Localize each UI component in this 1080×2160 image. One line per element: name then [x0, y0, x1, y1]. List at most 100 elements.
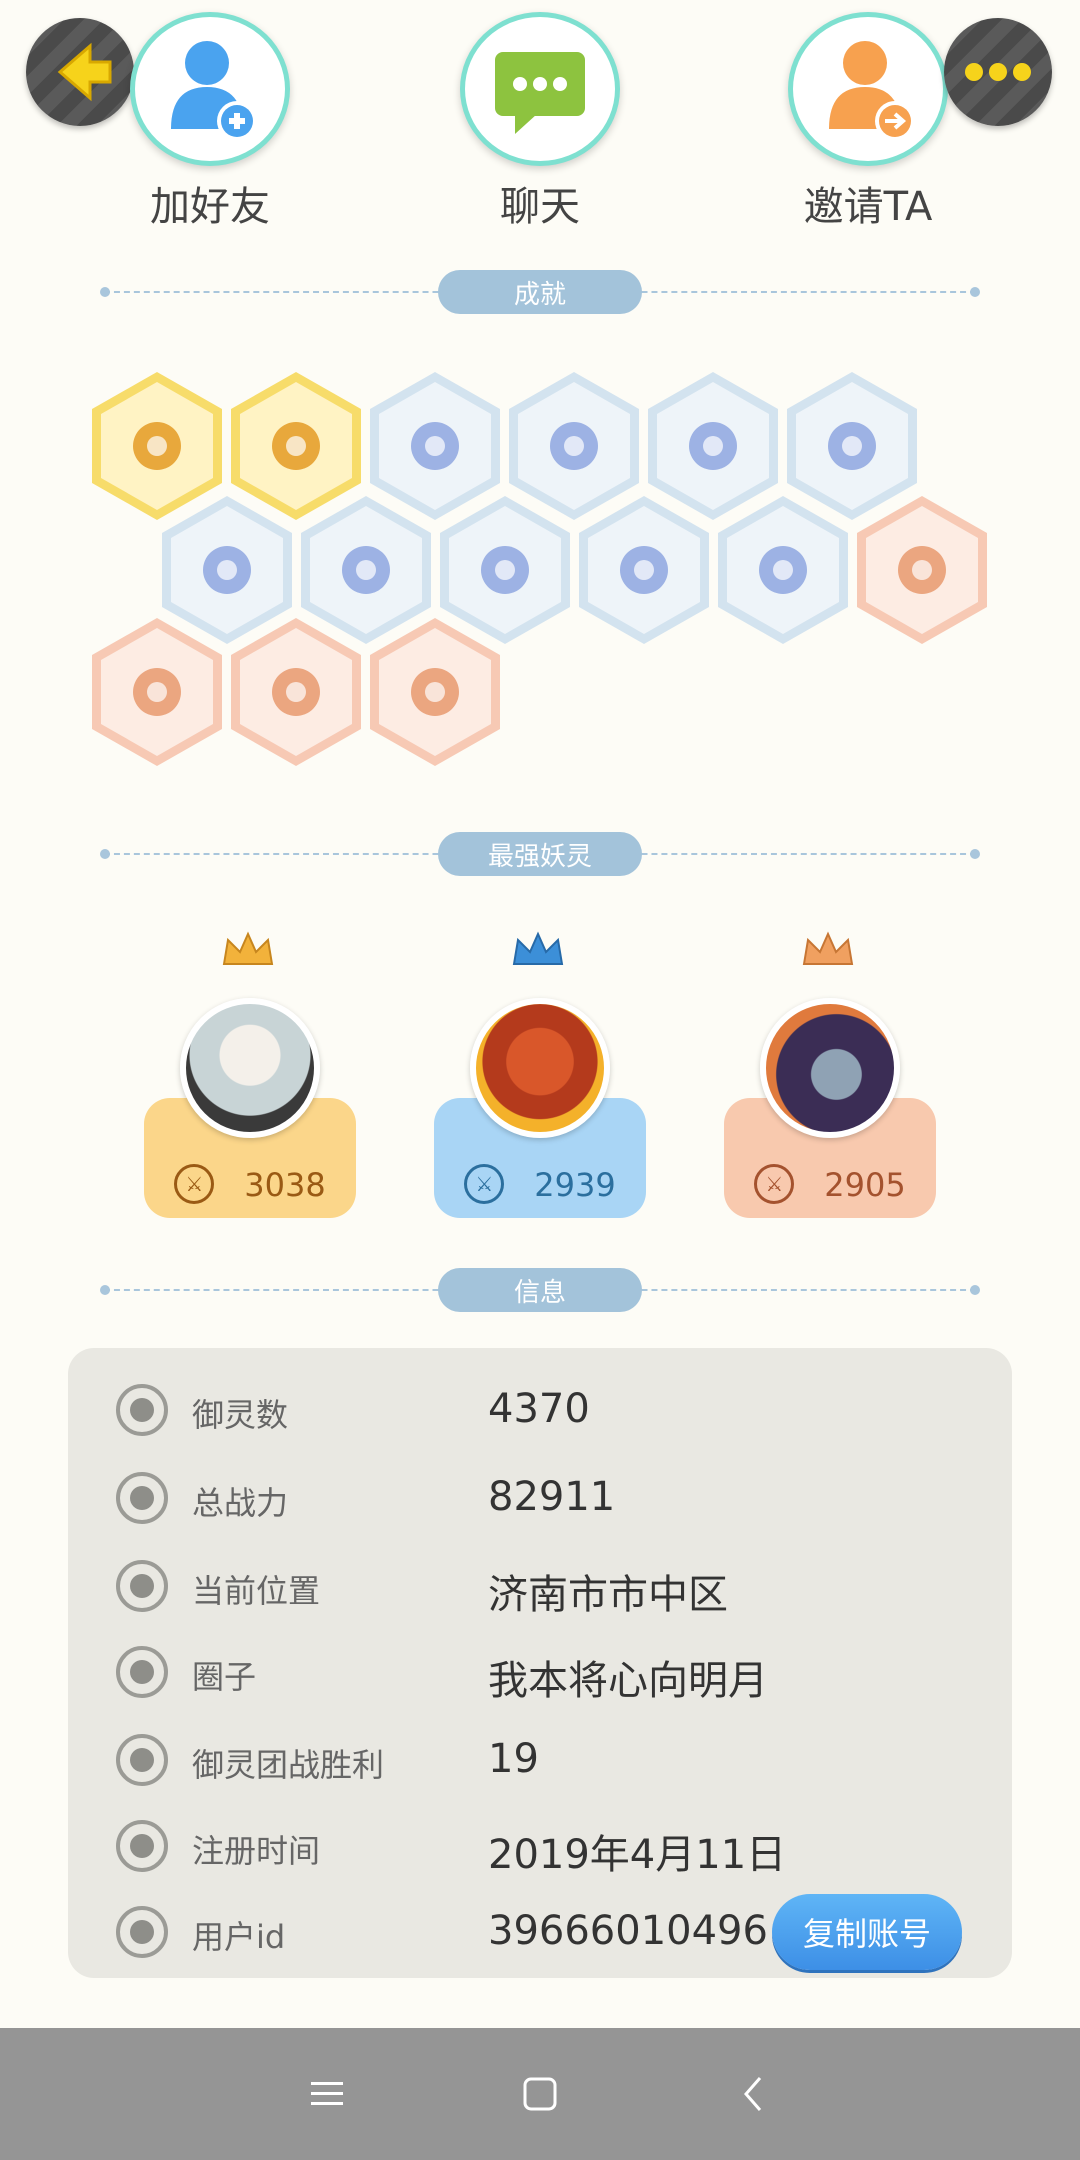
back-chevron-icon: [744, 2077, 762, 2111]
info-value: 19: [488, 1736, 539, 1782]
info-row-register-time: 注册时间 2019年4月11日: [68, 1806, 1012, 1886]
invite-button[interactable]: [788, 12, 948, 166]
info-value: 82911: [488, 1474, 616, 1520]
achievements-title: 成就: [438, 270, 642, 314]
spirit-count-icon: [116, 1384, 168, 1436]
info-label: 总战力: [192, 1484, 289, 1522]
spirit-avatar: [470, 998, 610, 1138]
more-dots-icon: [965, 63, 1031, 81]
home-square-icon: [523, 2077, 557, 2111]
crystal-ball-icon: [828, 422, 876, 470]
chat-label: 聊天: [500, 184, 580, 230]
info-row-circle: 圈子 我本将心向明月: [68, 1632, 1012, 1712]
info-label: 注册时间: [192, 1832, 321, 1870]
cat-face-icon: [133, 422, 181, 470]
sword-icon: ⚔: [174, 1164, 215, 1204]
info-value: 2019年4月11日: [488, 1832, 787, 1878]
achievement-badge[interactable]: [231, 618, 361, 766]
spirit-card-3[interactable]: ⚔ 2905: [724, 930, 936, 1220]
chat-button[interactable]: [460, 12, 620, 166]
orb-portal-icon: [550, 422, 598, 470]
add-friend-label: 加好友: [150, 184, 270, 230]
info-divider: 信息: [100, 1268, 980, 1312]
shield-emblem-icon: [272, 668, 320, 716]
sword-icon: ⚔: [754, 1164, 795, 1204]
info-label: 御灵团战胜利: [192, 1746, 385, 1784]
achievement-badge[interactable]: [162, 496, 292, 644]
add-friend-button[interactable]: [130, 12, 290, 166]
chat-bubble-icon: [495, 52, 585, 134]
koi-fish-icon: [133, 668, 181, 716]
winged-shoe-icon: [411, 422, 459, 470]
achievements-divider: 成就: [100, 270, 980, 314]
clock-icon: [116, 1820, 168, 1872]
invite-icon: [829, 41, 915, 141]
info-label: 当前位置: [192, 1572, 321, 1610]
chat-action[interactable]: 聊天: [430, 12, 650, 232]
achievement-badge[interactable]: [301, 496, 431, 644]
info-row-total-power: 总战力 82911: [68, 1458, 1012, 1538]
crown-icon: [512, 931, 564, 965]
achievement-badge[interactable]: [579, 496, 709, 644]
circle-group-icon: [116, 1646, 168, 1698]
demon-statue-icon: [411, 668, 459, 716]
info-row-team-wins: 御灵团战胜利 19: [68, 1720, 1012, 1800]
spirit-avatar: [760, 998, 900, 1138]
sword-icon: [116, 1472, 168, 1524]
achievement-badge[interactable]: [857, 496, 987, 644]
info-value: 4370: [488, 1386, 590, 1432]
home-button[interactable]: [510, 2064, 570, 2124]
spirit-power: 2939: [534, 1166, 616, 1204]
add-friend-icon: [171, 41, 257, 141]
info-title: 信息: [438, 1268, 642, 1312]
moon-icon: [689, 422, 737, 470]
achievement-badge[interactable]: [231, 372, 361, 520]
info-row-location: 当前位置 济南市市中区: [68, 1546, 1012, 1626]
more-options-button[interactable]: [944, 18, 1052, 126]
achievement-badge[interactable]: [92, 372, 222, 520]
spirit-power: 2905: [824, 1166, 906, 1204]
crown-icon: [802, 931, 854, 965]
invite-label: 邀请TA: [803, 184, 933, 230]
copy-account-button[interactable]: 复制账号: [772, 1894, 962, 1970]
monk-figure-icon: [481, 546, 529, 594]
info-label: 圈子: [192, 1658, 257, 1696]
info-row-spirit-count: 御灵数 4370: [68, 1370, 1012, 1450]
yin-yang-book-icon: [620, 546, 668, 594]
info-value: 我本将心向明月: [488, 1658, 768, 1704]
info-label: 用户id: [192, 1918, 286, 1956]
achievement-badge[interactable]: [787, 372, 917, 520]
achievement-badge[interactable]: [648, 372, 778, 520]
spirit-card-2[interactable]: ⚔ 2939: [434, 930, 646, 1220]
back-nav-button[interactable]: [723, 2064, 783, 2124]
location-pin-icon: [116, 1560, 168, 1612]
info-row-user-id: 用户id 39666010496 复制账号: [68, 1892, 1012, 1972]
anchor-icon: [116, 1734, 168, 1786]
strongest-spirits-title: 最强妖灵: [438, 832, 642, 876]
strongest-spirits-divider: 最强妖灵: [100, 832, 980, 876]
id-card-icon: [116, 1906, 168, 1958]
crown-icon: [222, 931, 274, 965]
open-book-fox-icon: [759, 546, 807, 594]
cat-cart-icon: [898, 546, 946, 594]
invite-action[interactable]: 邀请TA: [758, 12, 978, 232]
spirit-power: 3038: [244, 1166, 326, 1204]
menu-icon: [310, 2082, 343, 2105]
achievement-badge[interactable]: [92, 618, 222, 766]
spirit-card-1[interactable]: ⚔ 3038: [144, 930, 356, 1220]
achievement-badge[interactable]: [440, 496, 570, 644]
info-label: 御灵数: [192, 1396, 289, 1434]
add-friend-action[interactable]: 加好友: [100, 12, 320, 232]
yin-yang-swirl-icon: [342, 546, 390, 594]
spirit-avatar: [180, 998, 320, 1138]
crystal-stone-icon: [203, 546, 251, 594]
achievement-badge[interactable]: [370, 618, 500, 766]
fox-pup-icon: [272, 422, 320, 470]
achievement-badge[interactable]: [509, 372, 639, 520]
info-panel: 御灵数 4370 总战力 82911 当前位置 济南市市中区 圈子 我本将心向明…: [68, 1348, 1012, 1978]
info-value: 济南市市中区: [488, 1572, 728, 1618]
menu-button[interactable]: [297, 2064, 357, 2124]
system-nav-bar: [0, 2028, 1080, 2160]
achievement-badge[interactable]: [370, 372, 500, 520]
achievement-badge[interactable]: [718, 496, 848, 644]
